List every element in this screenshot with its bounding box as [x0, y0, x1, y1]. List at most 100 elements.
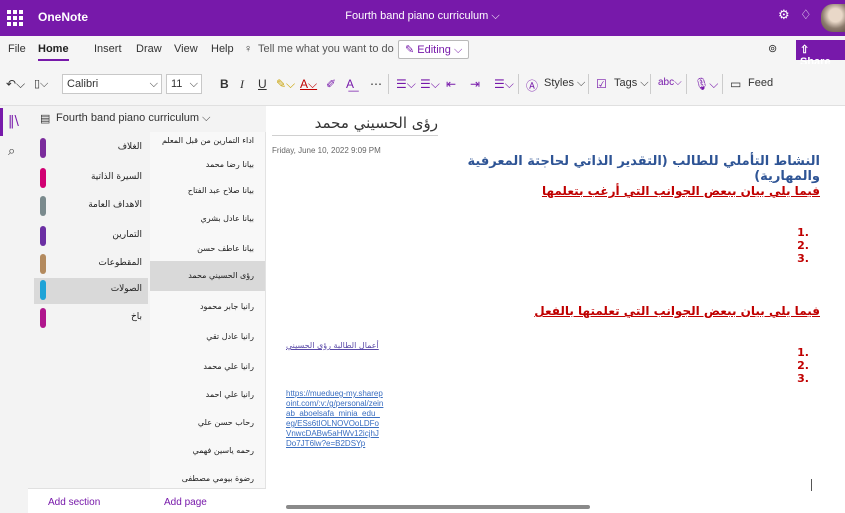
section-label: باخ — [130, 312, 142, 322]
tell-me-search[interactable]: Tell me what you want to do — [258, 43, 394, 55]
horizontal-scrollbar[interactable] — [286, 505, 590, 509]
tab-help[interactable]: Help — [211, 43, 234, 55]
editing-mode-button[interactable]: ✎ Editing ⌵ — [398, 40, 470, 59]
section-item[interactable]: الغلاف — [34, 136, 148, 162]
list-item: 1. — [797, 346, 809, 359]
dictate-icon[interactable]: 🎙⌵ — [694, 77, 718, 92]
section-item[interactable]: المقطوعات — [34, 252, 148, 278]
section-item[interactable]: الاهداف العامة — [34, 194, 148, 220]
indent-icon[interactable]: ⇥ — [470, 77, 480, 91]
section-label: الاهداف العامة — [88, 200, 142, 210]
tab-view[interactable]: View — [174, 43, 198, 55]
text-style-icon[interactable]: A͟ — [346, 77, 354, 91]
reflection-heading[interactable]: النشاط التأملي للطالب (التقدير الذاتي لح… — [460, 154, 820, 184]
bold-icon[interactable]: B — [220, 77, 229, 91]
align-icon[interactable]: ☰⌵ — [494, 77, 514, 92]
lightbulb-icon[interactable]: ♢ — [800, 8, 812, 23]
highlight-icon[interactable]: ✎⌵ — [276, 77, 295, 92]
notebook-name[interactable]: Fourth band piano curriculum ⌵ — [56, 112, 210, 125]
page-item[interactable]: بيانا عاطف حسن — [150, 234, 265, 264]
page-label: بيانا عاطف حسن — [197, 244, 254, 253]
tags-label[interactable]: Tags ⌵ — [614, 77, 649, 90]
section-label: الصولات — [110, 284, 142, 294]
student-work-link[interactable]: أعمال الطالبة رؤى الحسيني — [286, 341, 386, 350]
section-item-selected[interactable]: الصولات — [34, 278, 148, 304]
already-learned-heading[interactable]: فيما يلي بيان ببعض الجوانب التي تعلمتها … — [534, 304, 820, 318]
feed-icon[interactable]: ▭ — [730, 77, 741, 91]
tab-draw[interactable]: Draw — [136, 43, 162, 55]
section-list: الغلاف السيرة الذاتية الاهداف العامة الت… — [28, 132, 150, 488]
font-color-icon[interactable]: A⌵ — [300, 77, 317, 92]
section-item[interactable]: التمارين — [34, 224, 148, 250]
pencil-icon: ✎ — [405, 44, 415, 56]
list-item: 3. — [797, 372, 809, 385]
tag-icon[interactable]: ☑ — [596, 77, 607, 91]
page-item[interactable]: رانيا علي محمد — [150, 352, 265, 382]
page-label: رانيا عادل تقي — [206, 332, 254, 341]
styles-label[interactable]: Styles ⌵ — [544, 77, 585, 90]
page-label: رحمه ياسين فهمي — [192, 446, 254, 455]
page-item[interactable]: رانيا علي احمد — [150, 380, 265, 410]
bullets-icon[interactable]: ☰⌵ — [396, 77, 416, 92]
catch-up-icon[interactable]: ⊚ — [768, 42, 777, 55]
list-item: 2. — [797, 239, 809, 252]
tab-home[interactable]: Home — [38, 43, 69, 61]
page-label: رانيا علي محمد — [203, 362, 254, 371]
tab-insert[interactable]: Insert — [94, 43, 122, 55]
section-label: الغلاف — [117, 142, 142, 152]
page-item[interactable]: رحاب حسن علي — [150, 408, 265, 438]
sharepoint-link[interactable]: https://muedueg-my.sharepoint.com/:v:/g/… — [286, 389, 384, 449]
editing-label: Editing ⌵ — [417, 44, 463, 56]
font-name-select[interactable]: Calibri ⌵ — [62, 74, 162, 94]
page-item-selected[interactable]: رؤى الحسيني محمد — [150, 261, 265, 291]
spelling-icon[interactable]: abc⌵ — [658, 77, 682, 88]
page-title[interactable]: رؤى الحسيني محمد — [272, 114, 438, 136]
undo-icon[interactable]: ↶⌵ — [6, 77, 25, 92]
clear-format-icon[interactable]: ✐ — [326, 77, 336, 91]
list-item: 2. — [797, 359, 809, 372]
more-icon[interactable]: ⋯ — [370, 77, 382, 91]
page-label: بيانا صلاح عبد الفتاح — [187, 186, 254, 195]
italic-icon[interactable]: I — [240, 77, 244, 92]
page-canvas[interactable]: رؤى الحسيني محمد Friday, June 10, 2022 9… — [266, 106, 845, 513]
page-label: رؤى الحسيني محمد — [188, 271, 254, 280]
document-title[interactable]: Fourth band piano curriculum ⌵ — [0, 10, 845, 23]
notebooks-icon[interactable]: ‖\ — [8, 114, 19, 129]
left-navigation: ‖\ ⌕ — [0, 106, 28, 513]
styles-icon[interactable]: Ⓐ — [526, 77, 538, 94]
page-item[interactable]: بيانا صلاح عبد الفتاح — [150, 176, 265, 206]
page-item[interactable]: رانيا عادل تقي — [150, 322, 265, 352]
share-button[interactable]: ⇧ Share ⌵ — [796, 40, 845, 80]
want-to-learn-heading[interactable]: فيما يلي بيان ببعض الجوانب التي أرغب بتع… — [542, 184, 820, 198]
feed-label[interactable]: Feed — [748, 77, 773, 89]
page-item[interactable]: رانيا جابر محمود — [150, 292, 265, 322]
page-item[interactable]: بيانا عادل بشري — [150, 204, 265, 234]
add-page-button[interactable]: Add page — [164, 497, 207, 508]
notebook-header[interactable]: ▤ Fourth band piano curriculum ⌵ — [28, 106, 266, 132]
avatar[interactable] — [821, 4, 845, 32]
page-label: رانيا علي احمد — [205, 390, 254, 399]
text-cursor — [811, 479, 812, 491]
page-date: Friday, June 10, 2022 9:09 PM — [272, 146, 381, 155]
page-item[interactable]: رحمه ياسين فهمي — [150, 436, 265, 466]
page-label: رضوة بيومي مصطفى — [181, 474, 254, 483]
menu-bar: File Home Insert Draw View Help ♀ Tell m… — [0, 36, 845, 80]
tab-file[interactable]: File — [8, 43, 26, 55]
already-learned-list[interactable]: 1. 2. 3. — [779, 346, 809, 385]
page-item[interactable]: رضوة بيومي مصطفى — [150, 464, 265, 488]
page-list: اداء التمارين من قبل المعلم بيانا رضا مح… — [150, 132, 266, 488]
add-section-button[interactable]: Add section — [48, 497, 100, 508]
settings-icon[interactable]: ⚙ — [778, 8, 790, 23]
font-size-select[interactable]: 11 ⌵ — [166, 74, 202, 94]
page-label: رانيا جابر محمود — [199, 302, 254, 311]
search-icon[interactable]: ⌕ — [8, 144, 15, 159]
section-item[interactable]: باخ — [34, 306, 148, 332]
share-icon: ⇧ — [800, 44, 810, 56]
clipboard-icon[interactable]: ▯⌵ — [34, 77, 48, 91]
notebook-icon: ▤ — [40, 113, 51, 125]
want-to-learn-list[interactable]: 1. 2. 3. — [779, 226, 809, 265]
section-item[interactable]: السيرة الذاتية — [34, 166, 148, 192]
outdent-icon[interactable]: ⇤ — [446, 77, 456, 91]
numbering-icon[interactable]: ☰⌵ — [420, 77, 440, 92]
underline-icon[interactable]: U — [258, 77, 267, 91]
